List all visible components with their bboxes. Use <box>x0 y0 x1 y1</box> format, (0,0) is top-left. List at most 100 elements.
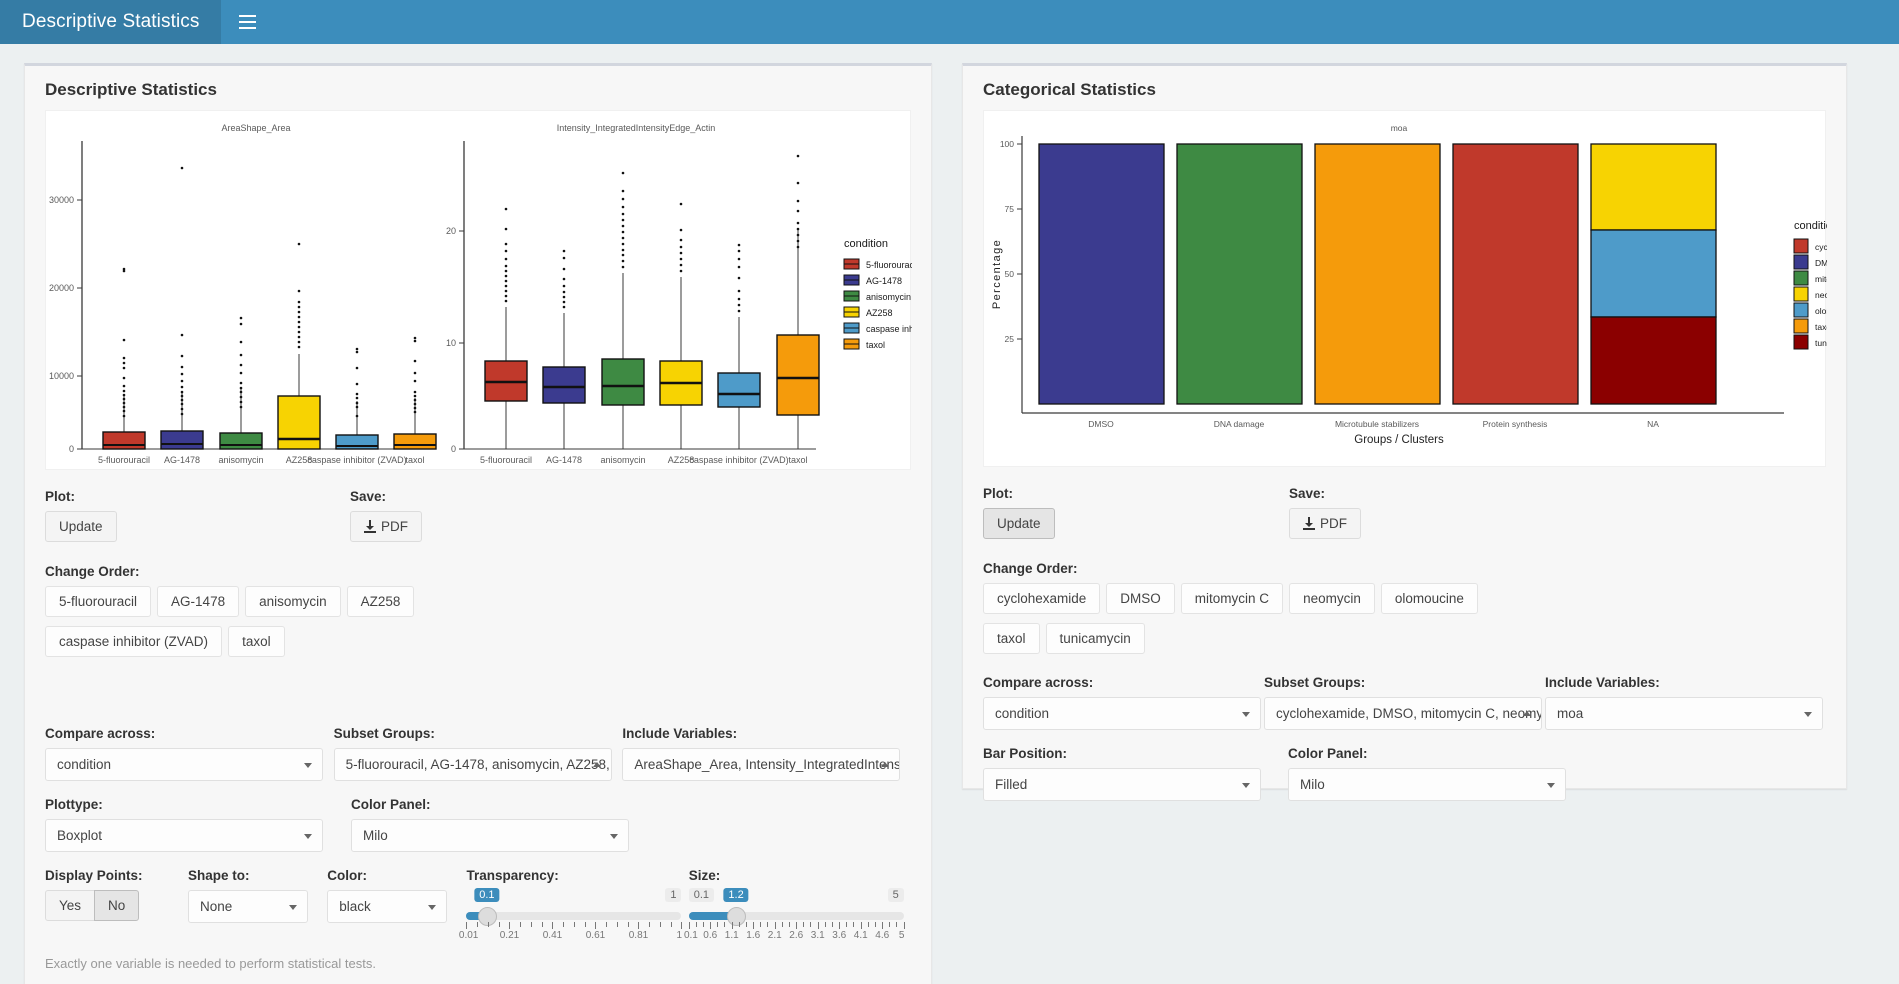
left-order-button-list: 5-fluorouracil AG-1478 anisomycin AZ258 cas… <box>45 586 465 666</box>
left-subset-groups-value: 5-fluorouracil, AG-1478, anisomycin, AZ2… <box>345 757 612 772</box>
bar-legend-title: condition <box>1794 220 1827 232</box>
bar-yticklabel-1: 50 <box>1005 269 1015 279</box>
right-bar-position-label: Bar Position: <box>983 746 1068 761</box>
download-icon <box>1303 517 1315 530</box>
legend-entry-3: AZ258 <box>866 308 893 318</box>
left-color-select[interactable]: black <box>327 890 448 923</box>
right-order-item-0[interactable]: cyclohexamide <box>983 583 1101 614</box>
chevron-up-icon <box>592 761 601 767</box>
left-compare-across-select[interactable]: condition <box>45 748 323 781</box>
size-ticklabel-4: 2.1 <box>767 930 782 941</box>
right-selects-row-1: Compare across: condition Subset Groups:… <box>963 675 1846 730</box>
left-plot-save-row: Plot: Update Save: PDF <box>25 489 931 542</box>
left-plot-label: Plot: <box>45 489 75 504</box>
size-label: Size: <box>688 868 721 883</box>
bar-xticklabel-3: Protein synthesis <box>1483 419 1548 429</box>
left-order-item-1[interactable]: AG-1478 <box>157 586 240 617</box>
display-points-yes-button[interactable]: Yes <box>45 890 96 921</box>
left-plottype-value: Boxplot <box>57 828 103 843</box>
left-shape-to-select[interactable]: None <box>187 890 308 923</box>
main-content: Descriptive Statistics AreaShape_Area In… <box>0 44 1899 984</box>
right-color-panel-select[interactable]: Milo <box>1288 768 1566 801</box>
right-compare-across-label: Compare across: <box>983 675 1094 690</box>
left-update-button[interactable]: Update <box>45 511 117 542</box>
hamburger-menu-icon[interactable] <box>221 0 274 44</box>
left-subset-groups-select[interactable]: 5-fluorouracil, AG-1478, anisomycin, AZ2… <box>333 748 612 781</box>
transparency-max-label: 1 <box>665 888 682 902</box>
transparency-track[interactable] <box>466 912 682 920</box>
left-pdf-button[interactable]: PDF <box>350 511 422 542</box>
bar-xticklabel-4: NA <box>1647 419 1659 429</box>
svg-text:anisomycin: anisomycin <box>218 455 263 465</box>
left-color-panel-label: Color Panel: <box>351 797 431 812</box>
left-compare-across-value: condition <box>57 757 112 772</box>
legend-entry-4: caspase inhibitor (ZVAD) <box>866 324 912 334</box>
right-color-panel-value: Milo <box>1300 777 1325 792</box>
right-order-item-6[interactable]: tunicamycin <box>1045 623 1145 654</box>
left-plottype-select[interactable]: Boxplot <box>45 819 323 852</box>
right-order-item-2[interactable]: mitomycin C <box>1180 583 1284 614</box>
left-include-variables-select[interactable]: AreaShape_Area, Intensity_IntegratedInte… <box>622 748 901 781</box>
bar-legend: condition cyclohexamide DMSO mitomycin C… <box>1793 220 1871 350</box>
size-ticklabel-2: 1.1 <box>724 930 739 941</box>
transparency-slider[interactable]: 0.1 1 0.01 0.21 0.41 0.61 0.81 1 <box>459 888 683 942</box>
size-ticklabel-6: 3.1 <box>810 930 825 941</box>
display-points-no-button[interactable]: No <box>94 890 140 921</box>
right-order-item-3[interactable]: neomycin <box>1289 583 1375 614</box>
panel2-boxes <box>484 154 820 449</box>
left-order-item-2[interactable]: anisomycin <box>245 586 341 617</box>
size-ticklabel-10: 5 <box>898 930 905 941</box>
right-bar-position-select[interactable]: Filled <box>983 768 1261 801</box>
legend-entry-2: anisomycin <box>866 292 911 302</box>
svg-text:AG-1478: AG-1478 <box>164 455 200 465</box>
svg-text:AG-1478: AG-1478 <box>546 455 582 465</box>
right-bar-position-value: Filled <box>995 777 1028 792</box>
bar-y-ticks: 100 75 50 25 <box>1000 139 1022 344</box>
size-ticklabel-3: 1.6 <box>746 930 761 941</box>
bar-facet-title: moa <box>1391 123 1408 133</box>
left-order-item-0[interactable]: 5-fluorouracil <box>45 586 152 617</box>
legend-title: condition <box>844 238 888 250</box>
right-pdf-button[interactable]: PDF <box>1289 508 1361 539</box>
left-order-item-3[interactable]: AZ258 <box>346 586 415 617</box>
bar-x-labels: DMSO DNA damage Microtubule stabilizers … <box>1088 419 1659 429</box>
right-selects-row-2: Bar Position: Filled Color Panel: Milo <box>963 746 1846 801</box>
left-selects-row-1: Compare across: condition Subset Groups:… <box>25 726 931 781</box>
panel2-y-ticks: 0 10 20 <box>446 226 464 454</box>
bar-legend-entry-3: neomycin <box>1815 290 1827 300</box>
right-update-button[interactable]: Update <box>983 508 1055 539</box>
transparency-ticklabel-1: 0.21 <box>499 930 520 941</box>
left-color-panel-select[interactable]: Milo <box>351 819 629 852</box>
size-min-label: 0.1 <box>688 888 715 902</box>
left-include-variables-value: AreaShape_Area, Intensity_IntegratedInte… <box>634 757 901 772</box>
size-slider[interactable]: 0.1 1.2 5 0.1 0.6 1.1 1.6 2.1 2.6 3.1 3.… <box>684 888 905 942</box>
left-order-item-5[interactable]: taxol <box>228 626 285 657</box>
legend-entry-5: taxol <box>866 340 885 350</box>
bar-legend-entry-4: olomoucine <box>1815 306 1827 316</box>
panel1-x-labels: 5-fluorouracil AG-1478 anisomycin AZ258 … <box>98 455 425 465</box>
right-plot-save-row: Plot: Update Save: PDF <box>963 486 1846 539</box>
transparency-ticklabel-3: 0.61 <box>585 930 606 941</box>
left-order-item-4[interactable]: caspase inhibitor (ZVAD) <box>45 626 223 657</box>
bar-legend-entry-2: mitomycin C <box>1815 274 1827 284</box>
bar-na-tunicamycin <box>1590 316 1717 405</box>
size-value-bubble: 1.2 <box>723 888 749 902</box>
right-order-item-4[interactable]: olomoucine <box>1380 583 1478 614</box>
chevron-down-icon <box>1242 711 1250 717</box>
right-subset-groups-select[interactable]: cyclohexamide, DMSO, mitomycin C, neomyc… <box>1264 697 1542 730</box>
chevron-down-icon <box>304 833 312 839</box>
right-pdf-label: PDF <box>1320 516 1347 531</box>
left-selects-row-2: Plottype: Boxplot Color Panel: Milo <box>25 797 931 852</box>
right-order-item-5[interactable]: taxol <box>983 623 1040 654</box>
right-subset-groups-label: Subset Groups: <box>1264 675 1366 690</box>
right-include-variables-value: moa <box>1557 706 1584 721</box>
chevron-down-icon <box>1547 782 1555 788</box>
top-navbar: Descriptive Statistics <box>0 0 1899 44</box>
chevron-down-icon <box>304 762 312 768</box>
size-ticklabel-8: 4.1 <box>853 930 868 941</box>
right-order-item-1[interactable]: DMSO <box>1106 583 1175 614</box>
right-include-variables-select[interactable]: moa <box>1545 697 1823 730</box>
right-compare-across-select[interactable]: condition <box>983 697 1261 730</box>
bar-legend-entry-5: taxol <box>1815 322 1827 332</box>
left-plottype-label: Plottype: <box>45 797 103 812</box>
